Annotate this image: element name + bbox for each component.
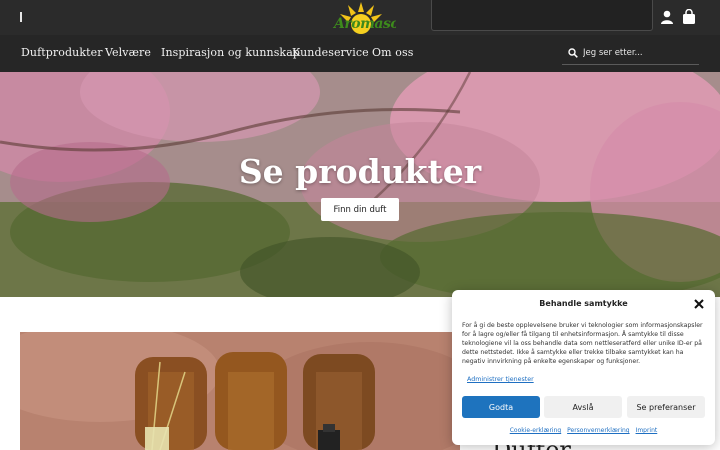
manage-services-link[interactable]: Administrer tjenester xyxy=(467,376,534,383)
close-button[interactable] xyxy=(693,298,705,310)
consent-dialog: Behandle samtykke For å gi de beste oppl… xyxy=(452,290,715,445)
imprint-link[interactable]: Imprint xyxy=(636,427,658,434)
search-bar xyxy=(562,42,699,65)
product-image xyxy=(20,332,460,450)
find-fragrance-button[interactable]: Finn din duft xyxy=(321,198,399,221)
logo-text: Aromasol xyxy=(334,16,396,32)
shopping-bag-icon[interactable] xyxy=(682,9,696,24)
top-search-field[interactable] xyxy=(431,0,653,31)
cookie-policy-link[interactable]: Cookie-erklæring xyxy=(510,427,561,434)
nav-item-duftprodukter[interactable]: Duftprodukter xyxy=(21,46,103,59)
hero-title: Se produkter xyxy=(238,152,482,191)
preferences-button[interactable]: Se preferanser xyxy=(627,396,705,418)
nav-item-inspirasjon[interactable]: Inspirasjon og kunnskap xyxy=(161,46,300,59)
deny-button[interactable]: Avslå xyxy=(544,396,622,418)
top-bar: Aromasol xyxy=(0,0,720,35)
main-navigation: Duftprodukter Velvære Inspirasjon og kun… xyxy=(0,35,720,72)
consent-links: Cookie-erklæring Personvernerklæring Imp… xyxy=(452,427,715,434)
hero-banner: Se produkter Finn din duft xyxy=(0,72,720,297)
menu-toggle[interactable] xyxy=(20,12,22,22)
user-icon[interactable] xyxy=(660,10,674,24)
privacy-policy-link[interactable]: Personvernerklæring xyxy=(567,427,630,434)
logo[interactable]: Aromasol xyxy=(326,0,396,35)
search-input[interactable] xyxy=(583,45,695,61)
nav-item-kundeservice[interactable]: Kundeservice xyxy=(292,46,369,59)
accept-button[interactable]: Godta xyxy=(462,396,540,418)
close-icon xyxy=(694,299,704,309)
consent-description: For å gi de beste opplevelsene bruker vi… xyxy=(462,322,703,365)
nav-item-om-oss[interactable]: Om oss xyxy=(372,46,413,59)
consent-title: Behandle samtykke xyxy=(539,299,628,308)
search-icon[interactable] xyxy=(568,48,578,58)
nav-item-velvaere[interactable]: Velvære xyxy=(105,46,151,59)
